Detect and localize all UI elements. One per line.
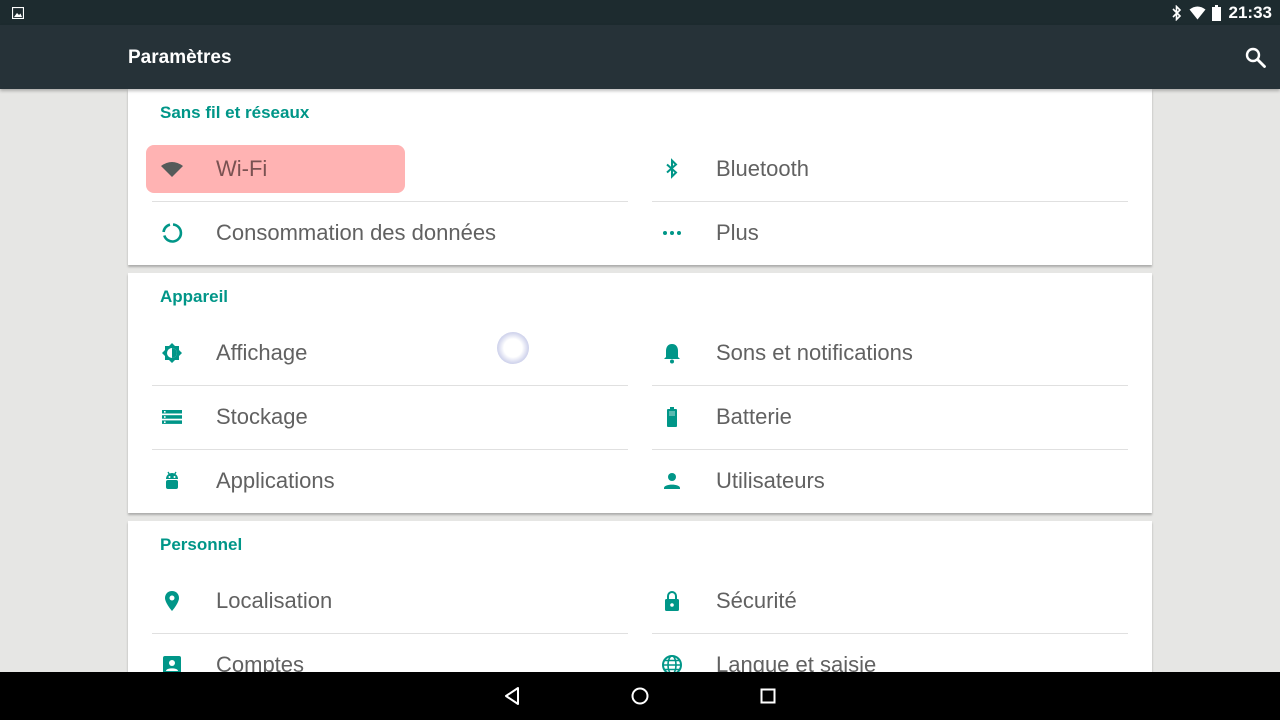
bluetooth-icon bbox=[1171, 4, 1183, 21]
recents-icon bbox=[760, 688, 776, 704]
settings-item-label: Langue et saisie bbox=[716, 652, 877, 672]
data-usage-icon bbox=[160, 221, 184, 245]
status-bar: 21:33 bbox=[0, 0, 1280, 25]
battery-icon bbox=[660, 405, 684, 429]
bluetooth-icon bbox=[660, 157, 684, 181]
settings-item-label: Localisation bbox=[216, 588, 333, 613]
wifi-icon bbox=[160, 157, 184, 181]
section-title: Appareil bbox=[160, 287, 229, 306]
settings-item-label: Plus bbox=[716, 220, 759, 245]
back-icon bbox=[505, 687, 519, 705]
globe-icon bbox=[660, 653, 684, 672]
section-title: Personnel bbox=[160, 535, 243, 554]
settings-item-language[interactable]: Langue et saisie bbox=[652, 633, 1128, 672]
recents-button[interactable] bbox=[752, 680, 784, 712]
section-wireless-networks: Sans fil et réseaux Wi-Fi Bluetooth Cons… bbox=[128, 89, 1152, 265]
image-icon bbox=[11, 6, 25, 20]
settings-item-accounts[interactable]: Comptes bbox=[152, 633, 628, 672]
settings-item-bluetooth[interactable]: Bluetooth bbox=[652, 137, 1128, 202]
settings-item-sounds[interactable]: Sons et notifications bbox=[652, 321, 1128, 386]
settings-item-applications[interactable]: Applications bbox=[152, 449, 628, 513]
settings-item-label: Affichage bbox=[216, 340, 308, 365]
settings-item-label: Utilisateurs bbox=[716, 468, 825, 493]
brightness-icon bbox=[160, 341, 184, 365]
settings-list[interactable]: Sans fil et réseaux Wi-Fi Bluetooth Cons… bbox=[0, 89, 1280, 672]
search-icon bbox=[1245, 47, 1266, 68]
settings-item-label: Stockage bbox=[216, 404, 308, 429]
settings-item-label: Applications bbox=[216, 468, 335, 493]
search-button[interactable] bbox=[1240, 42, 1272, 74]
wifi-highlight bbox=[146, 145, 405, 193]
bell-icon bbox=[660, 341, 684, 365]
home-button[interactable] bbox=[624, 680, 656, 712]
settings-item-users[interactable]: Utilisateurs bbox=[652, 449, 1128, 513]
section-personal: Personnel Localisation Sécurité Comptes … bbox=[128, 521, 1152, 672]
settings-item-battery[interactable]: Batterie bbox=[652, 385, 1128, 450]
wifi-icon bbox=[1189, 6, 1206, 20]
back-button[interactable] bbox=[496, 680, 528, 712]
settings-item-security[interactable]: Sécurité bbox=[652, 569, 1128, 634]
settings-item-label: Consommation des données bbox=[216, 220, 497, 245]
battery-icon bbox=[1211, 4, 1221, 21]
section-device: Appareil Affichage Sons et notifications bbox=[128, 273, 1152, 513]
settings-item-label: Comptes bbox=[216, 652, 305, 672]
settings-item-location[interactable]: Localisation bbox=[152, 569, 628, 634]
location-pin-icon bbox=[160, 589, 184, 613]
settings-item-more[interactable]: Plus bbox=[652, 201, 1128, 265]
settings-item-label: Wi-Fi bbox=[216, 156, 268, 181]
settings-item-label: Sons et notifications bbox=[716, 340, 913, 365]
touch-indicator bbox=[497, 332, 529, 364]
lock-icon bbox=[660, 589, 684, 613]
section-title: Sans fil et réseaux bbox=[160, 103, 310, 122]
account-box-icon bbox=[160, 653, 184, 672]
settings-item-data-usage[interactable]: Consommation des données bbox=[152, 201, 628, 265]
settings-item-storage[interactable]: Stockage bbox=[152, 385, 628, 450]
settings-item-display[interactable]: Affichage bbox=[152, 321, 628, 386]
android-icon bbox=[160, 469, 184, 493]
status-icons: 21:33 bbox=[1171, 0, 1272, 25]
page-title: Paramètres bbox=[128, 47, 232, 68]
settings-item-label: Batterie bbox=[716, 404, 792, 429]
more-icon bbox=[660, 221, 684, 245]
home-icon bbox=[631, 687, 649, 705]
storage-icon bbox=[160, 405, 184, 429]
navigation-bar bbox=[0, 672, 1280, 720]
status-time: 21:33 bbox=[1228, 2, 1272, 22]
settings-item-label: Sécurité bbox=[716, 588, 797, 613]
settings-item-label: Bluetooth bbox=[716, 156, 809, 181]
app-bar: Paramètres bbox=[0, 25, 1280, 89]
settings-item-wifi[interactable]: Wi-Fi bbox=[146, 137, 628, 202]
person-icon bbox=[660, 469, 684, 493]
